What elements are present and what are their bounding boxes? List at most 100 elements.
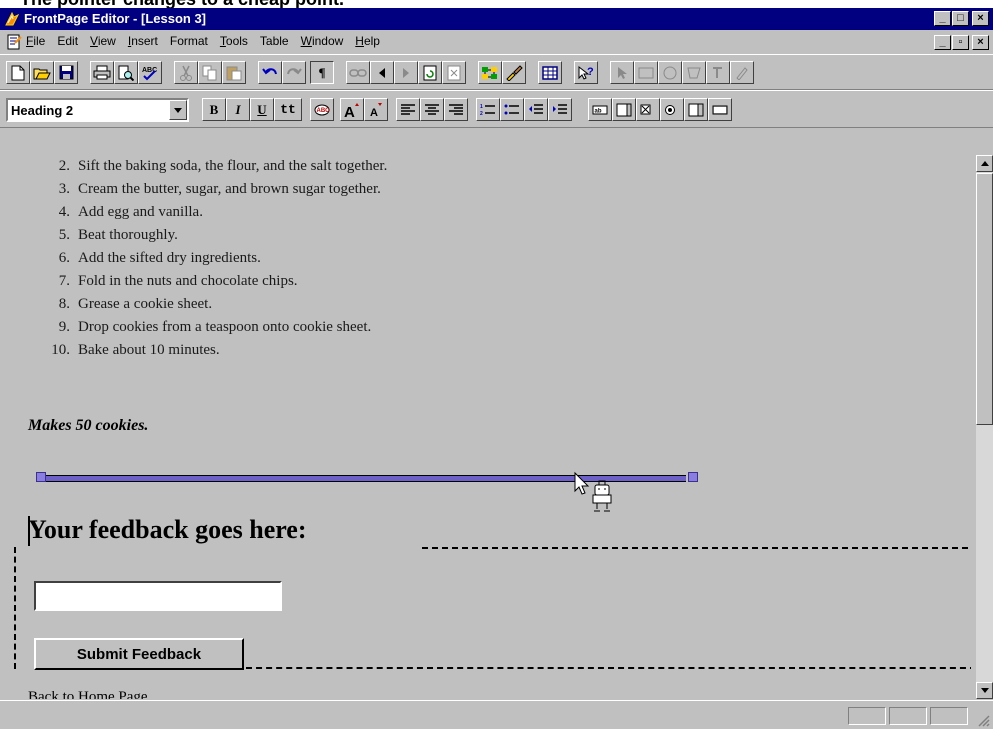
push-button-button[interactable] — [708, 98, 732, 121]
decrease-indent-button[interactable] — [524, 98, 548, 121]
print-preview-button[interactable] — [114, 61, 138, 84]
menu-insert[interactable]: Insert — [128, 34, 158, 48]
italic-label: I — [235, 101, 241, 117]
list-item-text: Sift the baking soda, the flour, and the… — [78, 158, 388, 174]
doc-restore-button[interactable]: ▫ — [952, 35, 969, 50]
menu-help[interactable]: Help — [355, 34, 380, 48]
drop-down-menu-button[interactable] — [684, 98, 708, 121]
typewriter-label: tt — [280, 102, 296, 117]
feedback-heading[interactable]: Your feedback goes here: — [28, 515, 307, 545]
status-panel-1 — [848, 707, 886, 725]
print-button[interactable] — [90, 61, 114, 84]
menu-tools[interactable]: Tools — [220, 34, 248, 48]
doc-minimize-button[interactable]: _ — [934, 35, 951, 50]
underline-button[interactable]: U — [250, 98, 274, 121]
scroll-thumb[interactable] — [976, 173, 993, 425]
numbered-list-icon: 12 — [480, 104, 495, 117]
paragraph-style-value: Heading 2 — [11, 103, 74, 118]
make-transparent-icon — [736, 66, 748, 80]
push-button-icon — [712, 105, 728, 114]
list-item: 10. Bake about 10 minutes. — [10, 342, 219, 359]
feedback-text-field[interactable] — [34, 581, 282, 611]
vertical-scrollbar[interactable] — [976, 155, 993, 699]
italic-button[interactable]: I — [226, 98, 250, 121]
circle-hotspot-button[interactable] — [658, 61, 682, 84]
menu-tools-label: ools — [225, 34, 248, 48]
save-button[interactable] — [54, 61, 78, 84]
doc-close-button[interactable]: × — [972, 35, 989, 50]
submit-feedback-button[interactable]: Submit Feedback — [34, 638, 244, 670]
menu-format[interactable]: Format — [170, 34, 208, 48]
polygon-hotspot-button[interactable] — [682, 61, 706, 84]
make-transparent-button[interactable] — [730, 61, 754, 84]
resize-handle-right[interactable] — [688, 472, 698, 482]
bold-button[interactable]: B — [202, 98, 226, 121]
insert-table-button[interactable] — [538, 61, 562, 84]
svg-text:ABC: ABC — [317, 108, 331, 114]
svg-text:ABC: ABC — [142, 67, 157, 74]
help-pointer-button[interactable]: ? — [574, 61, 598, 84]
document-icon[interactable] — [6, 34, 22, 50]
back-to-home-link[interactable]: Back to Home Page — [28, 689, 148, 699]
show-all-paragraph-button[interactable]: ¶ — [310, 61, 334, 84]
minimize-button[interactable]: _ — [934, 11, 951, 26]
forward-button[interactable] — [394, 61, 418, 84]
align-center-button[interactable] — [420, 98, 444, 121]
list-item: 4. Add egg and vanilla. — [10, 204, 203, 221]
rectangle-hotspot-button[interactable] — [634, 61, 658, 84]
bulleted-list-button[interactable] — [500, 98, 524, 121]
frontpage-app-icon[interactable] — [4, 11, 20, 27]
menu-table[interactable]: Table — [260, 34, 289, 48]
back-button[interactable] — [370, 61, 394, 84]
resize-handle-left[interactable] — [36, 472, 46, 482]
copy-icon — [202, 65, 217, 80]
list-item-number: 3. — [58, 181, 70, 197]
close-button[interactable]: × — [972, 11, 989, 26]
resize-grip-icon[interactable] — [976, 713, 990, 727]
redo-arrow-icon — [287, 67, 302, 74]
frontpage-explorer-button[interactable] — [478, 61, 502, 84]
one-line-text-box-button[interactable]: ab — [588, 98, 612, 121]
paste-button[interactable] — [222, 61, 246, 84]
copy-button[interactable] — [198, 61, 222, 84]
increase-indent-button[interactable] — [548, 98, 572, 121]
menu-view[interactable]: View — [90, 34, 116, 48]
typewriter-font-button[interactable]: tt — [274, 98, 302, 121]
cut-button[interactable] — [174, 61, 198, 84]
editor-canvas[interactable]: 2. Sift the baking soda, the flour, and t… — [10, 155, 971, 699]
spelling-button[interactable]: ABC — [138, 61, 162, 84]
editor-left-margin — [0, 155, 10, 699]
menu-window[interactable]: Window — [301, 34, 344, 48]
scroll-up-button[interactable] — [976, 155, 993, 172]
chevron-down-icon[interactable] — [169, 100, 187, 120]
text-color-button[interactable]: ABC — [310, 98, 334, 121]
menu-edit[interactable]: Edit — [57, 34, 78, 48]
paragraph-style-select[interactable]: Heading 2 — [6, 98, 189, 122]
highlight-hotspots-button[interactable] — [706, 61, 730, 84]
radio-button-button[interactable] — [660, 98, 684, 121]
refresh-button[interactable] — [418, 61, 442, 84]
stop-button[interactable] — [442, 61, 466, 84]
maximize-button[interactable]: □ — [952, 11, 969, 26]
create-hyperlink-button[interactable] — [346, 61, 370, 84]
scroll-down-arrow-icon — [980, 688, 989, 693]
menu-file[interactable]: File — [26, 34, 45, 48]
scrolling-text-box-button[interactable] — [612, 98, 636, 121]
numbered-list-button[interactable]: 12 — [476, 98, 500, 121]
check-box-button[interactable] — [636, 98, 660, 121]
align-left-button[interactable] — [396, 98, 420, 121]
to-do-list-button[interactable] — [502, 61, 526, 84]
new-page-button[interactable] — [6, 61, 30, 84]
redo-button[interactable] — [282, 61, 306, 84]
increase-text-size-button[interactable]: A — [340, 98, 364, 121]
scroll-down-button[interactable] — [976, 682, 993, 699]
open-button[interactable] — [30, 61, 54, 84]
select-pointer-button[interactable] — [610, 61, 634, 84]
title-bar[interactable]: FrontPage Editor - [Lesson 3] _ □ × — [0, 8, 993, 30]
help-question-icon: ? — [578, 65, 594, 80]
save-disk-icon — [59, 65, 73, 80]
undo-button[interactable] — [258, 61, 282, 84]
decrease-text-size-button[interactable]: A — [364, 98, 388, 121]
back-arrow-icon — [379, 67, 385, 78]
align-right-button[interactable] — [444, 98, 468, 121]
